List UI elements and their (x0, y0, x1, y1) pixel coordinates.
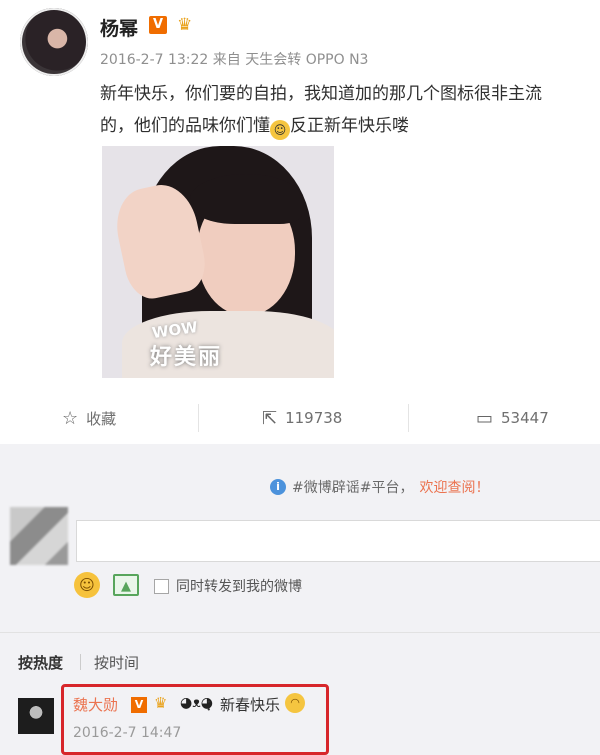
commenter-verified-badge-icon: V (131, 697, 147, 713)
verified-badge-icon: V (149, 16, 167, 34)
rumor-notice: i #微博辟谣#平台， 欢迎查阅！ (270, 477, 489, 497)
repost-checkbox[interactable] (154, 579, 169, 594)
star-icon: ☆ (62, 407, 79, 429)
photo-bangs (190, 174, 302, 224)
post-action-bar: ☆ 收藏 ⇱ 119738 ▭ 53447 (0, 398, 600, 438)
author-name[interactable]: 杨幂 (100, 14, 138, 41)
favorite-label: 收藏 (86, 409, 117, 428)
sort-by-hot-tab[interactable]: 按热度 (18, 652, 63, 673)
post-text-part-a: 的，他们的品味你们懂 (100, 116, 270, 136)
smile-emoji-icon: ☺ (270, 120, 290, 140)
notice-text: #微博辟谣#平台， (292, 480, 414, 496)
author-avatar[interactable] (20, 8, 88, 76)
comment-button[interactable]: ▭ 53447 (476, 398, 549, 438)
comment-input[interactable] (76, 520, 600, 562)
action-divider (198, 404, 199, 432)
commenter-crown-icon: ♛ (154, 694, 168, 712)
emoji-picker-icon[interactable]: ☺ (74, 572, 100, 598)
sort-tab-separator (80, 654, 81, 670)
comment-time: 2016-2-7 14:47 (73, 725, 182, 741)
post-text-line-1: 新年快乐，你们要的自拍，我知道加的那几个图标很非主流 (100, 84, 542, 104)
post-photo[interactable]: WOW 好美丽 (102, 146, 334, 378)
favorite-button[interactable]: ☆ 收藏 (62, 398, 116, 438)
info-icon: i (270, 479, 286, 495)
post-meta: 2016-2-7 13:22 来自 天生会转 OPPO N3 (100, 52, 369, 68)
action-divider (408, 404, 409, 432)
comment-count: 53447 (501, 409, 549, 427)
commenter-name[interactable]: 魏大勋 (73, 694, 118, 715)
post-text-line-2: 的，他们的品味你们懂 ☺ 反正新年快乐喽 (100, 110, 595, 142)
repost-button[interactable]: ⇱ 119738 (262, 398, 342, 438)
post-text-part-b: 反正新年快乐喽 (290, 116, 409, 136)
crown-icon: ♛ (177, 15, 193, 35)
notice-link[interactable]: 欢迎查阅！ (419, 477, 489, 497)
current-user-avatar (10, 507, 68, 565)
photo-sticker-text: 好美丽 (150, 345, 223, 370)
comment-icon: ▭ (476, 407, 494, 429)
sort-by-time-tab[interactable]: 按时间 (94, 652, 139, 673)
post-text: 新年快乐，你们要的自拍，我知道加的那几个图标很非主流 的，他们的品味你们懂 ☺ 反正… (100, 78, 595, 142)
repost-checkbox-label[interactable]: 同时转发到我的微博 (176, 576, 302, 596)
repost-count: 119738 (285, 409, 343, 427)
repost-icon: ⇱ (262, 407, 278, 429)
commenter-avatar[interactable] (18, 698, 54, 734)
sort-divider (0, 632, 600, 633)
shy-emoji-icon: ◠ (285, 693, 305, 713)
image-upload-icon[interactable]: ▲ (113, 574, 139, 596)
comment-text: ：新春快乐 (205, 696, 281, 714)
